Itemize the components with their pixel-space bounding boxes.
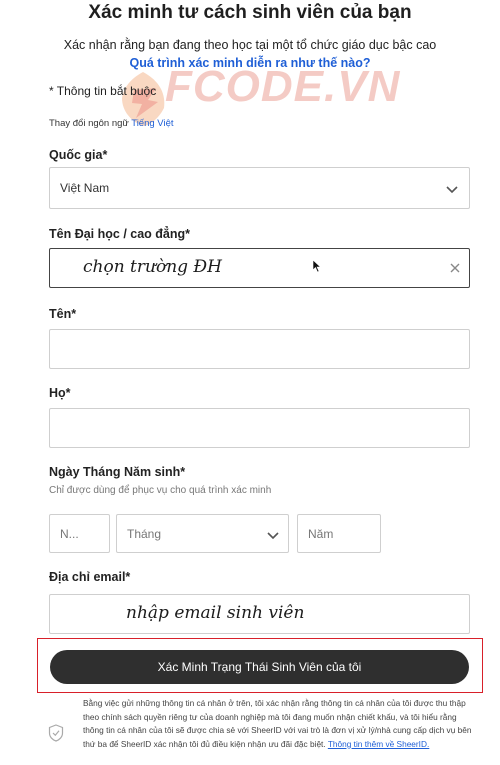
dob-day-placeholder: N... <box>60 526 79 541</box>
last-name-input[interactable] <box>49 408 470 448</box>
page-title: Xác minh tư cách sinh viên của bạn <box>88 2 412 23</box>
chevron-down-icon <box>266 528 280 546</box>
chevron-down-icon <box>445 182 459 200</box>
dob-hint: Chỉ được dùng để phục vụ cho quá trình x… <box>49 485 272 496</box>
language-link[interactable]: Tiếng Việt <box>131 118 173 129</box>
verification-process-link[interactable]: Quá trình xác minh diễn ra như thế nào? <box>0 56 500 70</box>
university-input[interactable]: chọn trường ĐH <box>49 248 470 288</box>
country-select[interactable]: Việt Nam <box>49 167 470 209</box>
sheerid-info-link[interactable]: Thông tin thêm về SheerID. <box>328 739 429 749</box>
country-value: Việt Nam <box>60 181 110 195</box>
email-label: Địa chỉ email* <box>49 570 131 584</box>
dob-year-placeholder: Năm <box>308 526 334 541</box>
first-name-label: Tên* <box>49 307 77 321</box>
email-annotation: nhập email sinh viên <box>126 603 305 623</box>
shield-check-icon <box>48 724 64 747</box>
dob-label: Ngày Tháng Năm sinh* <box>49 465 186 479</box>
language-prefix: Thay đổi ngôn ngữ <box>49 118 129 129</box>
dob-year-input[interactable]: Năm <box>297 514 381 553</box>
last-name-label: Họ* <box>49 386 71 400</box>
university-label: Tên Đại học / cao đẳng* <box>49 227 190 241</box>
dob-month-placeholder: Tháng <box>127 526 162 541</box>
submit-button[interactable]: Xác Minh Trạng Thái Sinh Viên của tôi <box>50 650 469 684</box>
first-name-input[interactable] <box>49 329 470 369</box>
clear-icon[interactable] <box>449 261 461 279</box>
email-input[interactable]: nhập email sinh viên <box>49 594 470 634</box>
university-annotation: chọn trường ĐH <box>83 257 222 277</box>
required-note: * Thông tin bắt buộc <box>49 84 157 98</box>
dob-month-select[interactable]: Tháng <box>116 514 289 553</box>
page-subtitle: Xác nhận rằng bạn đang theo học tại một … <box>63 38 437 52</box>
cursor-icon <box>312 259 322 278</box>
language-switch: Thay đổi ngôn ngữ Tiếng Việt <box>49 118 174 129</box>
dob-day-input[interactable]: N... <box>49 514 110 553</box>
country-label: Quốc gia* <box>49 148 108 162</box>
consent-text: Bằng việc gửi những thông tin cá nhân ở … <box>83 697 473 751</box>
